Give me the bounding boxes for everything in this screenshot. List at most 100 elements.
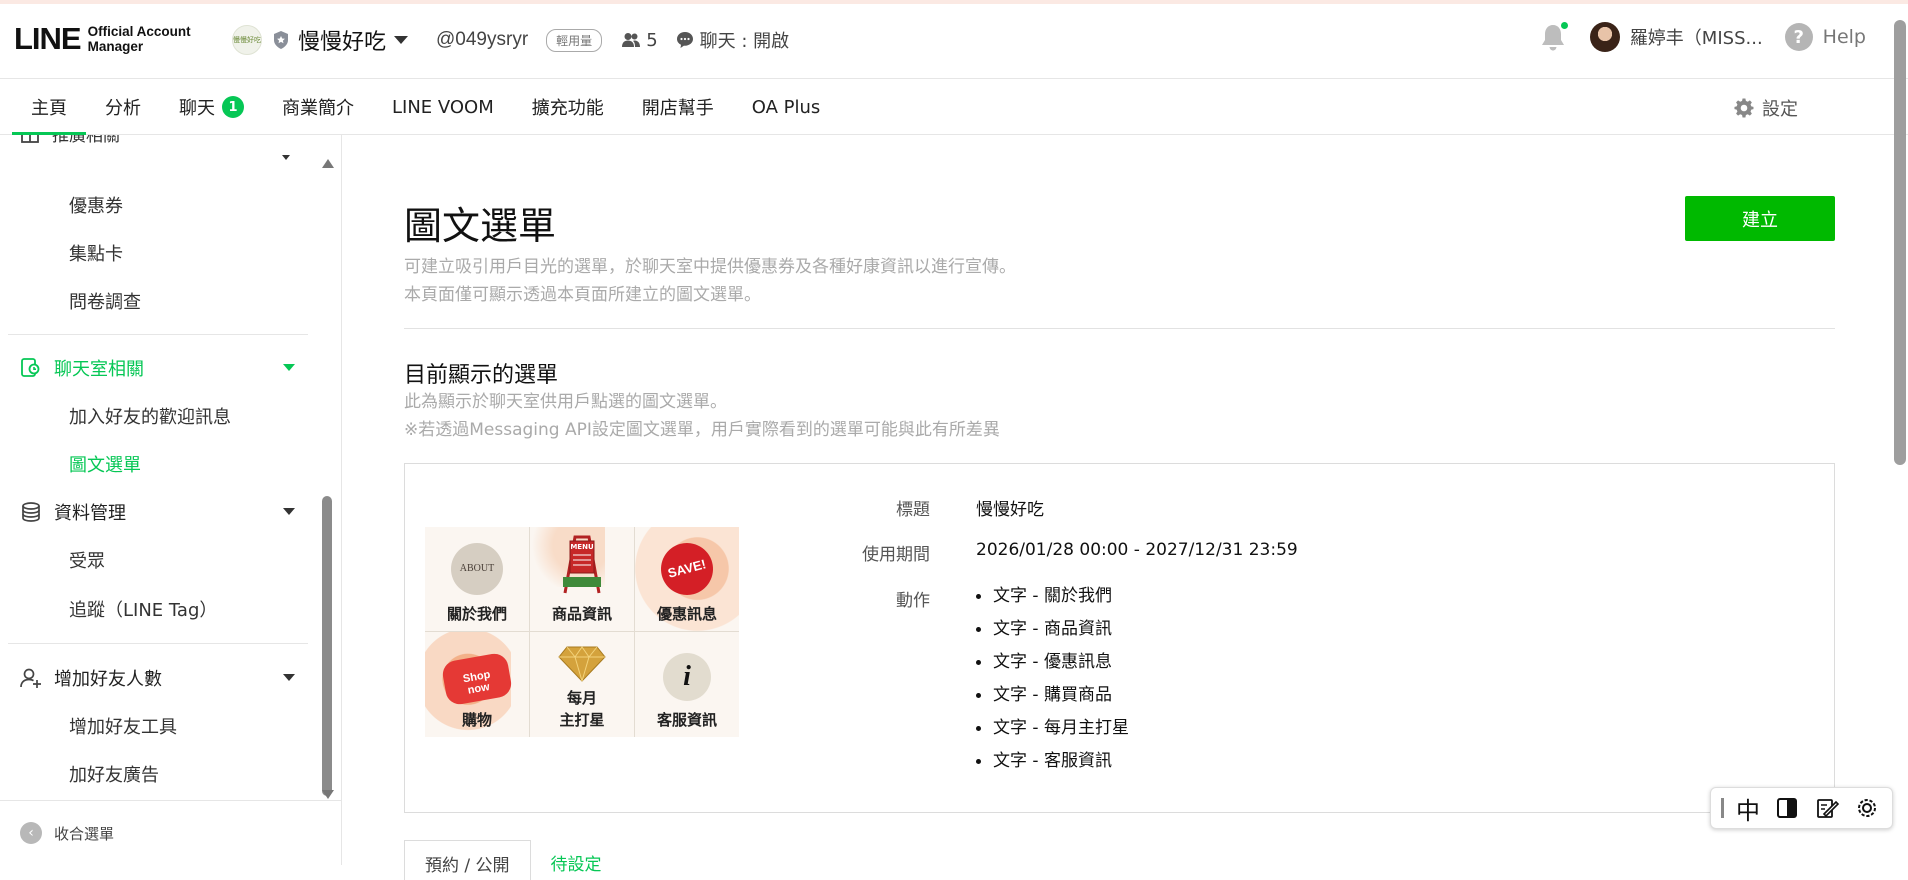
sidebar-group-data-management[interactable]: 資料管理 [20, 499, 295, 525]
menu-cell-customer-service[interactable]: i 客服資訊 [635, 632, 739, 737]
tab-label: 擴充功能 [531, 98, 604, 119]
friend-count-value: 5 [646, 29, 658, 51]
menu-cell-label: 主打星 [559, 711, 605, 729]
sidebar-group-chat[interactable]: 聊天室相關 [20, 355, 295, 381]
account-switcher[interactable]: 慢慢好吃 慢慢好吃 @049ysryr 輕用量 5 聊天 : 開啟 [232, 24, 789, 56]
sidebar-item-rich-menu[interactable]: 圖文選單 [69, 451, 141, 477]
detail-action-list: 文字 - 關於我們 文字 - 商品資訊 文字 - 優惠訊息 文字 - 購買商品 … [976, 584, 1129, 782]
sidebar-item-point-cards[interactable]: 集點卡 [69, 240, 123, 266]
action-item: 文字 - 每月主打星 [976, 716, 1129, 749]
menu-cell-product-info[interactable]: MENU 商品資訊 [530, 527, 634, 631]
help-label: Help [1822, 26, 1866, 48]
tab-scheduled-public[interactable]: 預約 / 公開 [404, 840, 531, 880]
collapse-menu-label: 收合選單 [54, 824, 115, 843]
main-nav: 主頁 分析 聊天 1 商業簡介 LINE VOOM 擴充功能 開店幫手 OA Pl… [0, 80, 1908, 135]
half-full-width-icon[interactable] [1774, 795, 1800, 821]
nav-tabs: 主頁 分析 聊天 1 商業簡介 LINE VOOM 擴充功能 開店幫手 OA Pl… [12, 80, 840, 135]
action-item: 文字 - 關於我們 [976, 584, 1129, 617]
avatar[interactable] [1589, 22, 1620, 52]
create-button[interactable]: 建立 [1685, 196, 1835, 241]
sidebar-item-friend-ads[interactable]: 加好友廣告 [69, 761, 159, 787]
help-link[interactable]: ? Help [1784, 23, 1866, 51]
menu-cell-label: 關於我們 [446, 605, 507, 623]
handwriting-icon[interactable] [1814, 795, 1840, 821]
collapse-menu-button[interactable]: ‹ 收合選單 [0, 800, 341, 865]
tab-shop-helper[interactable]: 開店幫手 [623, 80, 733, 134]
menu-cell-shopping[interactable]: Shop now 購物 [425, 632, 529, 737]
chevron-down-icon [283, 508, 295, 515]
sidebar-divider [8, 334, 308, 335]
detail-period-value: 2026/01/28 00:00 - 2027/12/31 23:59 [976, 540, 1298, 560]
tab-line-voom[interactable]: LINE VOOM [373, 80, 513, 134]
section-divider [404, 328, 1835, 329]
tab-label: 商業簡介 [282, 98, 354, 119]
sidebar-item-audiences[interactable]: 受眾 [69, 547, 105, 573]
plan-badge[interactable]: 輕用量 [546, 28, 603, 52]
chat-status-text: 聊天 : 開啟 [699, 31, 790, 52]
user-name[interactable]: 羅婷丰（MISS... [1630, 24, 1763, 50]
menu-cell-monthly-star[interactable]: 每月 主打星 [530, 632, 634, 737]
sidebar-group-label: 推廣相關 [52, 135, 120, 146]
tab-home[interactable]: 主頁 [12, 80, 86, 135]
section-title: 目前顯示的選單 [404, 363, 559, 388]
rich-menu-preview[interactable]: ABOUT 關於我們 MENU 商品資訊 SAVE! 優惠訊息 Shop now … [425, 527, 739, 737]
help-icon: ? [1784, 23, 1813, 51]
detail-action-label: 動作 [896, 591, 930, 611]
sidebar-item-welcome-message[interactable]: 加入好友的歡迎訊息 [69, 403, 231, 429]
tab-label: 聊天 [179, 98, 215, 119]
settings-link[interactable]: 設定 [1734, 95, 1798, 121]
notification-bell[interactable] [1538, 20, 1570, 52]
chevron-down-icon [394, 36, 409, 44]
ime-drag-handle[interactable] [1721, 798, 1724, 818]
sidebar-group-grow-friends[interactable]: 增加好友人數 [20, 665, 295, 691]
account-thumbnail: 慢慢好吃 [232, 25, 262, 55]
action-item: 文字 - 客服資訊 [976, 749, 1129, 782]
scroll-down-arrow-icon[interactable] [322, 790, 334, 799]
menu-cell-about-us[interactable]: ABOUT 關於我們 [425, 527, 529, 631]
sidebar-group-label: 聊天室相關 [54, 359, 144, 380]
detail-title-label: 標題 [896, 500, 930, 520]
sidebar: 推廣相關 優惠券 集點卡 問卷調查 聊天室相關 加入好友的歡迎訊息 圖文選單 資… [0, 135, 342, 865]
line-oam-logo[interactable]: LINE Official Account Manager [14, 21, 191, 57]
menu-cell-label: 客服資訊 [656, 711, 717, 729]
header: LINE Official Account Manager 慢慢好吃 慢慢好吃 … [0, 4, 1908, 79]
menu-cell-offers[interactable]: SAVE! 優惠訊息 [635, 527, 739, 631]
menu-board-icon: MENU [563, 535, 601, 594]
add-friend-icon [20, 668, 41, 688]
sidebar-item-surveys[interactable]: 問卷調查 [69, 288, 141, 314]
tab-pending-setup[interactable]: 待設定 [530, 840, 622, 880]
tab-analytics[interactable]: 分析 [86, 80, 160, 134]
page-scroll-thumb[interactable] [1894, 20, 1906, 465]
sidebar-item-friend-tools[interactable]: 增加好友工具 [69, 713, 177, 739]
menu-cell-label: 每月 [566, 689, 597, 707]
scroll-up-arrow-icon[interactable] [322, 159, 334, 168]
sidebar-scrollbar[interactable] [320, 159, 334, 799]
sidebar-group-promotion[interactable]: 推廣相關 [20, 135, 120, 146]
info-icon: i [663, 653, 711, 701]
account-id: @049ysryr [436, 29, 529, 50]
account-name: 慢慢好吃 [298, 30, 387, 55]
chat-room-icon [21, 358, 40, 377]
section-description-line: ※若透過Messaging API設定圖文選單，用戶實際看到的選單可能與此有所差… [404, 420, 1000, 440]
ime-toolbar: 中 [1710, 787, 1893, 829]
header-right: 羅婷丰（MISS... ? Help [1538, 20, 1866, 52]
sidebar-menu: 推廣相關 優惠券 集點卡 問卷調查 聊天室相關 加入好友的歡迎訊息 圖文選單 資… [0, 135, 310, 795]
tab-chat[interactable]: 聊天 1 [160, 80, 263, 134]
section-description-line: 此為顯示於聊天室供用戶點選的圖文選單。 [404, 392, 727, 412]
sidebar-item-coupons[interactable]: 優惠券 [69, 192, 123, 218]
tab-oa-plus[interactable]: OA Plus [733, 80, 840, 134]
ime-mode-toggle[interactable]: 中 [1736, 791, 1760, 826]
logo-subtitle-line1: Official Account [87, 24, 191, 39]
sidebar-group-label: 資料管理 [54, 503, 126, 524]
chat-unread-badge: 1 [222, 96, 244, 118]
tab-business-profile[interactable]: 商業簡介 [263, 80, 373, 134]
main-content: 圖文選單 可建立吸引用戶目光的選單，於聊天室中提供優惠券及各種好康資訊以進行宣傳… [343, 135, 1908, 880]
tab-extensions[interactable]: 擴充功能 [513, 80, 623, 134]
page-title: 圖文選單 [404, 204, 557, 248]
database-icon [22, 502, 40, 522]
friend-count[interactable]: 5 [622, 29, 658, 51]
gear-icon[interactable] [1854, 795, 1880, 821]
sidebar-item-line-tag[interactable]: 追蹤（LINE Tag） [69, 596, 217, 622]
chat-status[interactable]: 聊天 : 開啟 [676, 27, 790, 53]
sidebar-scroll-thumb[interactable] [322, 496, 332, 796]
